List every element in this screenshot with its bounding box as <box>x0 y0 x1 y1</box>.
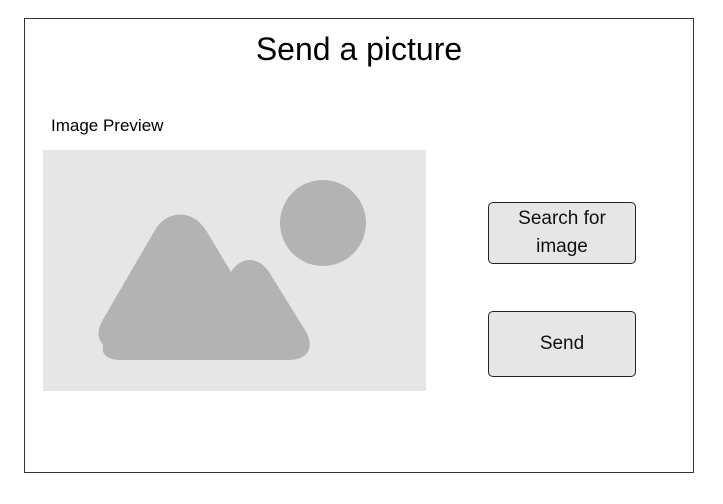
image-preview-label: Image Preview <box>51 116 164 135</box>
image-preview <box>43 150 426 391</box>
image-placeholder-icon <box>98 180 366 360</box>
sun-shape <box>280 180 366 266</box>
search-for-image-button[interactable]: Search for image <box>488 202 636 264</box>
dialog-frame: Send a picture Image Preview Search for … <box>24 18 694 473</box>
mountains-shape <box>98 214 310 360</box>
send-button[interactable]: Send <box>488 311 636 377</box>
page-title: Send a picture <box>255 31 463 67</box>
